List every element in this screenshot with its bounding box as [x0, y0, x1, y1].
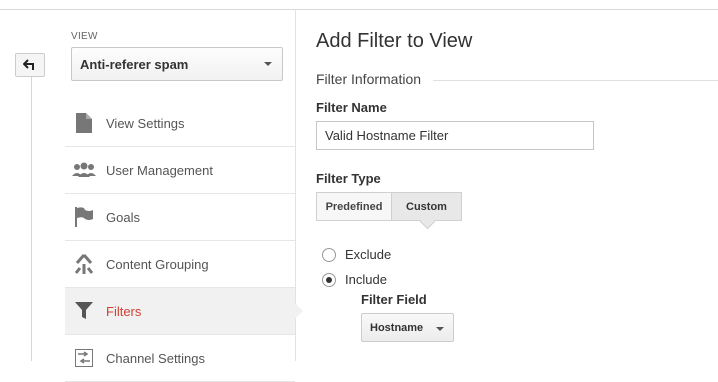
filter-type-toggle: Predefined Custom: [316, 192, 462, 221]
sidebar-item-view-settings[interactable]: View Settings: [65, 100, 295, 147]
flag-icon: [72, 205, 96, 229]
view-selector[interactable]: Anti-referer spam: [71, 47, 283, 81]
sidebar-item-label: Channel Settings: [106, 350, 206, 366]
filter-field-value: Hostname: [370, 321, 424, 334]
channel-settings-icon: [72, 346, 96, 370]
sidebar-item-content-grouping[interactable]: Content Grouping: [65, 241, 295, 288]
sidebar-item-label: Content Grouping: [106, 256, 209, 272]
include-option[interactable]: Include: [322, 272, 387, 287]
exclude-option[interactable]: Exclude: [322, 247, 391, 262]
section-title: Filter Information: [316, 71, 422, 87]
exclude-radio[interactable]: [322, 247, 336, 262]
filter-field-dropdown[interactable]: Hostname: [361, 313, 454, 342]
include-label: Include: [345, 272, 387, 287]
chevron-down-icon: [264, 62, 272, 66]
sidebar-item-label: Filters: [106, 303, 142, 319]
chevron-down-icon: [436, 327, 444, 331]
document-icon: [72, 111, 96, 135]
sidebar-item-goals[interactable]: Goals: [65, 194, 295, 241]
back-button[interactable]: [15, 53, 45, 77]
users-icon: [72, 158, 96, 182]
sidebar-item-label: Goals: [106, 209, 140, 225]
back-arrow-icon: [23, 59, 34, 70]
filter-icon: [72, 299, 96, 323]
filter-name-input[interactable]: [316, 121, 594, 150]
sidebar-item-filters[interactable]: Filters: [65, 288, 303, 335]
rail-line: [31, 76, 32, 361]
exclude-label: Exclude: [345, 247, 392, 262]
filter-name-label: Filter Name: [316, 100, 387, 115]
page-title: Add Filter to View: [316, 30, 473, 52]
sidebar-item-label: View Settings: [106, 115, 185, 131]
tab-predefined[interactable]: Predefined: [316, 192, 391, 221]
sidebar-nav: View Settings User Management Goals Cont…: [65, 100, 303, 382]
sidebar-item-label: User Management: [106, 162, 213, 178]
include-radio[interactable]: [322, 272, 336, 287]
sidebar-item-channel-settings[interactable]: Channel Settings: [65, 335, 295, 382]
filter-field-label: Filter Field: [361, 292, 427, 307]
section-divider: [433, 80, 718, 81]
sidebar-item-user-management[interactable]: User Management: [65, 147, 295, 194]
view-selector-value: Anti-referer spam: [80, 56, 189, 72]
content-grouping-icon: [72, 252, 96, 276]
view-label: VIEW: [71, 31, 98, 42]
top-bar: [0, 0, 718, 10]
tab-custom[interactable]: Custom: [391, 192, 462, 221]
filter-type-label: Filter Type: [316, 171, 381, 186]
